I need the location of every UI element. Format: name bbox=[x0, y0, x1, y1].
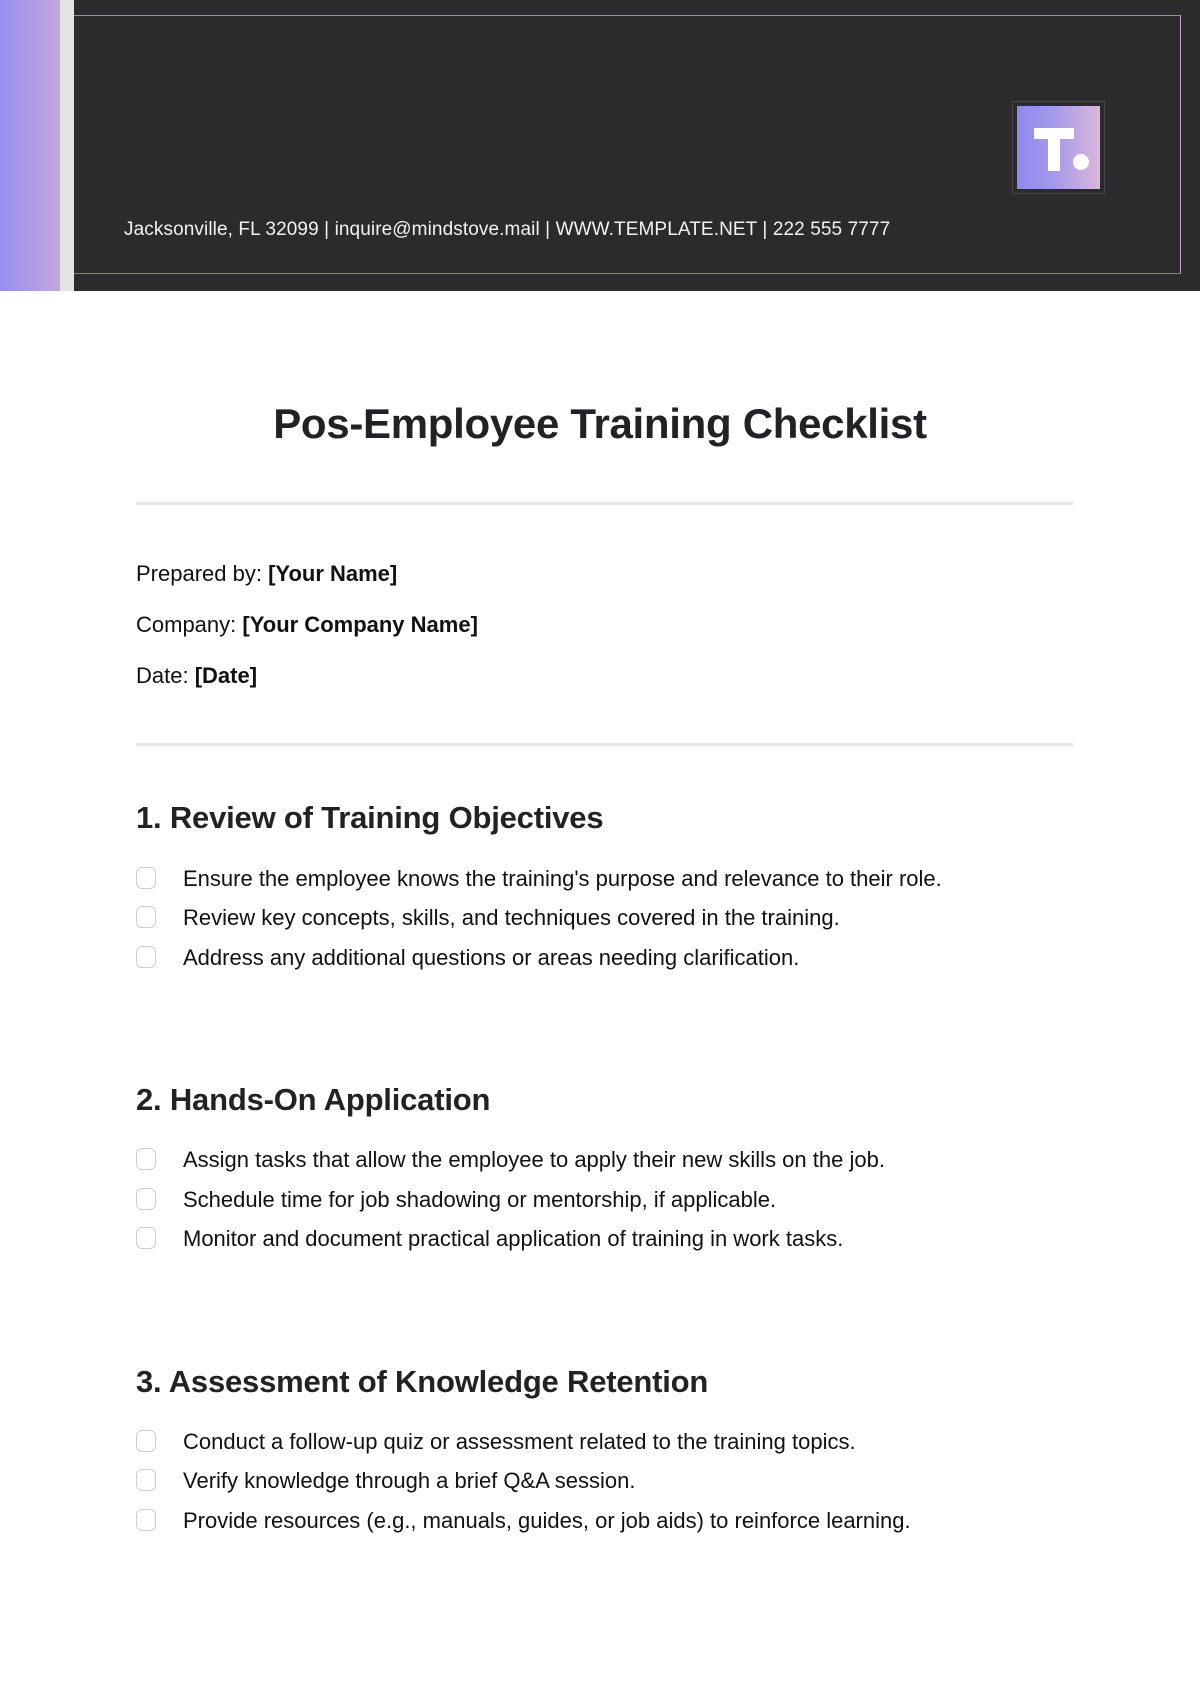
meta-prepared-by: Prepared by: [Your Name] bbox=[136, 561, 397, 587]
section-heading: 3. Assessment of Knowledge Retention bbox=[136, 1364, 709, 1399]
company-logo bbox=[1012, 101, 1105, 194]
checklist-item-text: Verify knowledge through a brief Q&A ses… bbox=[183, 1468, 636, 1493]
checklist-item-text: Ensure the employee knows the training's… bbox=[183, 866, 942, 891]
meta-date: Date: [Date] bbox=[136, 663, 257, 689]
divider-bottom bbox=[136, 743, 1073, 746]
logo-dot bbox=[1073, 154, 1089, 170]
checkbox[interactable] bbox=[136, 1430, 156, 1452]
checkbox[interactable] bbox=[136, 906, 156, 928]
checkbox[interactable] bbox=[136, 946, 156, 968]
checklist-item-text: Monitor and document practical applicati… bbox=[183, 1226, 844, 1251]
checkbox[interactable] bbox=[136, 1469, 156, 1491]
contact-info: Jacksonville, FL 32099 | inquire@mindsto… bbox=[124, 219, 891, 240]
accent-gradient-strip bbox=[0, 0, 60, 291]
meta-label: Prepared by: bbox=[136, 561, 269, 586]
checkbox[interactable] bbox=[136, 1227, 156, 1249]
meta-value: [Date] bbox=[194, 663, 258, 688]
logo-letter-t-stem bbox=[1048, 128, 1060, 171]
checkbox[interactable] bbox=[136, 1148, 156, 1170]
letterhead-header: Jacksonville, FL 32099 | inquire@mindsto… bbox=[0, 0, 1200, 291]
logo-icon bbox=[1017, 106, 1100, 189]
meta-label: Company: bbox=[136, 612, 243, 637]
checklist-item-text: Review key concepts, skills, and techniq… bbox=[183, 905, 840, 930]
meta-value: [Your Company Name] bbox=[242, 612, 478, 637]
checklist-item-text: Provide resources (e.g., manuals, guides… bbox=[183, 1508, 911, 1533]
meta-label: Date: bbox=[136, 663, 195, 688]
checklist-item-text: Address any additional questions or area… bbox=[183, 945, 800, 970]
meta-company: Company: [Your Company Name] bbox=[136, 612, 478, 638]
section-heading: 1. Review of Training Objectives bbox=[136, 800, 604, 835]
checkbox[interactable] bbox=[136, 867, 156, 889]
checkbox[interactable] bbox=[136, 1509, 156, 1531]
checklist-item-text: Conduct a follow-up quiz or assessment r… bbox=[183, 1429, 856, 1454]
meta-value: [Your Name] bbox=[268, 561, 398, 586]
divider-top bbox=[136, 502, 1073, 505]
checklist-item-text: Assign tasks that allow the employee to … bbox=[183, 1147, 885, 1172]
accent-light-strip bbox=[60, 0, 74, 291]
page-title: Pos-Employee Training Checklist bbox=[273, 400, 927, 447]
section-heading: 2. Hands-On Application bbox=[136, 1082, 491, 1117]
checklist-item-text: Schedule time for job shadowing or mento… bbox=[183, 1187, 777, 1212]
checkbox[interactable] bbox=[136, 1188, 156, 1210]
